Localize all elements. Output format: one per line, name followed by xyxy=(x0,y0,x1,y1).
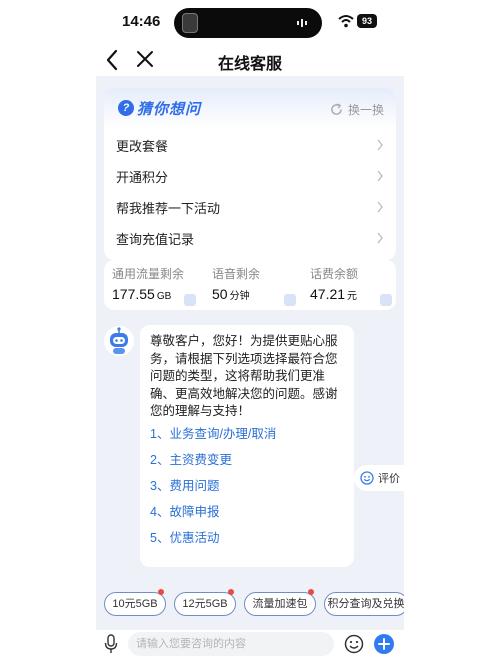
balance-number: 47.21 xyxy=(310,286,346,302)
faq-title-text: 猜你想问 xyxy=(137,100,202,118)
refresh-button[interactable]: 换一换 xyxy=(330,101,384,118)
refresh-icon xyxy=(331,103,342,115)
faq-item-label: 开通积分 xyxy=(116,170,169,185)
faq-item-enable-points[interactable]: 开通积分 xyxy=(104,161,396,192)
wifi-icon xyxy=(338,15,354,28)
feedback-label: 评价 xyxy=(378,473,400,485)
option-business-query[interactable]: 1、业务查询/办理/取消 xyxy=(150,423,276,442)
faq-item-recommend-activity[interactable]: 帮我推荐一下活动 xyxy=(104,192,396,223)
balance-item-fee[interactable]: 话费余额 47.21 元 xyxy=(310,265,358,304)
quick-reply-row: 10元5GB 12元5GB 流量加速包 积分查询及兑换 xyxy=(96,589,404,622)
chevron-right-icon xyxy=(377,139,383,151)
chevron-right-icon xyxy=(377,232,383,244)
balance-label: 通用流量剩余 xyxy=(112,267,185,281)
feedback-button[interactable]: 评价 xyxy=(354,465,404,491)
microphone-icon[interactable] xyxy=(104,634,118,654)
balance-number: 177.55 xyxy=(112,286,155,302)
quick-reply-label: 流量加速包 xyxy=(252,598,308,610)
input-bar xyxy=(96,630,404,656)
new-badge xyxy=(158,589,164,595)
option-plan-change[interactable]: 2、主资费变更 xyxy=(150,449,232,468)
balance-unit: 分钟 xyxy=(229,291,250,302)
robot-avatar-icon xyxy=(104,326,134,356)
balance-unit: GB xyxy=(156,291,172,302)
faq-item-label: 查询充值记录 xyxy=(116,232,195,247)
chevron-right-icon xyxy=(377,201,383,213)
quick-reply-10yuan[interactable]: 10元5GB xyxy=(104,592,166,616)
status-time: 14:46 xyxy=(122,13,161,30)
faq-item-label: 帮我推荐一下活动 xyxy=(116,201,221,216)
quick-reply-points[interactable]: 积分查询及兑换 xyxy=(324,592,404,616)
battery-level: 93 xyxy=(361,16,372,26)
faq-item-change-plan[interactable]: 更改套餐 xyxy=(104,130,396,161)
balance-label: 话费余额 xyxy=(310,267,359,281)
close-icon[interactable] xyxy=(136,50,154,68)
chat-input[interactable] xyxy=(128,632,334,656)
faq-item-recharge-history[interactable]: 查询充值记录 xyxy=(104,223,396,254)
quick-reply-data-boost[interactable]: 流量加速包 xyxy=(244,592,316,616)
bot-message-bubble: 尊敬客户，您好！为提供更贴心服务，请根据下列选项选择最符合您问题的类型，这将帮助… xyxy=(140,325,354,567)
dynamic-island xyxy=(174,8,322,38)
audio-wave-icon xyxy=(297,19,307,27)
quick-reply-label: 12元5GB xyxy=(182,598,228,610)
option-fault-report[interactable]: 4、故障申报 xyxy=(150,501,219,520)
balance-value: 50 分钟 xyxy=(212,286,260,304)
emoji-icon[interactable] xyxy=(344,634,364,654)
new-badge xyxy=(308,589,314,595)
plus-icon[interactable] xyxy=(374,634,394,654)
balance-item-data[interactable]: 通用流量剩余 177.55 GB xyxy=(112,265,184,304)
new-badge xyxy=(228,589,234,595)
refresh-label: 换一换 xyxy=(347,103,384,117)
back-icon[interactable] xyxy=(104,49,120,71)
app-thumbnail-icon xyxy=(182,13,198,33)
status-bar: 14:46 93 xyxy=(0,0,500,44)
chat-content[interactable]: ? 猜你想问 换一换 更改套餐 开通积分 帮我推荐一下活动 查询充值记录 通用流… xyxy=(96,76,404,630)
balance-unit: 元 xyxy=(347,291,358,302)
fee-deco-icon xyxy=(380,294,392,306)
balance-value: 47.21 元 xyxy=(310,286,358,304)
question-bubble-icon: ? xyxy=(118,100,134,116)
option-promotions[interactable]: 5、优惠活动 xyxy=(150,527,219,546)
smile-icon xyxy=(360,471,374,485)
data-deco-icon xyxy=(184,294,196,306)
balance-item-voice[interactable]: 语音剩余 50 分钟 xyxy=(212,265,260,304)
option-fee-issue[interactable]: 3、费用问题 xyxy=(150,475,219,494)
balance-card: 通用流量剩余 177.55 GB 语音剩余 50 分钟 话费余额 47.21 元 xyxy=(104,260,396,310)
quick-reply-label: 积分查询及兑换 xyxy=(327,598,405,610)
faq-item-label: 更改套餐 xyxy=(116,139,169,154)
balance-label: 语音剩余 xyxy=(212,267,261,281)
quick-reply-label: 10元5GB xyxy=(112,598,158,610)
balance-value: 177.55 GB xyxy=(112,286,184,304)
voice-deco-icon xyxy=(284,294,296,306)
nav-bar: 在线客服 xyxy=(96,44,404,76)
balance-number: 50 xyxy=(212,286,228,302)
faq-card: ? 猜你想问 换一换 更改套餐 开通积分 帮我推荐一下活动 查询充值记录 xyxy=(104,88,396,260)
quick-reply-12yuan[interactable]: 12元5GB xyxy=(174,592,236,616)
bot-message-text: 尊敬客户，您好！为提供更贴心服务，请根据下列选项选择最符合您问题的类型，这将帮助… xyxy=(150,334,338,418)
chevron-right-icon xyxy=(377,170,383,182)
battery-icon: 93 xyxy=(357,14,377,28)
faq-title: ? 猜你想问 xyxy=(118,98,201,118)
